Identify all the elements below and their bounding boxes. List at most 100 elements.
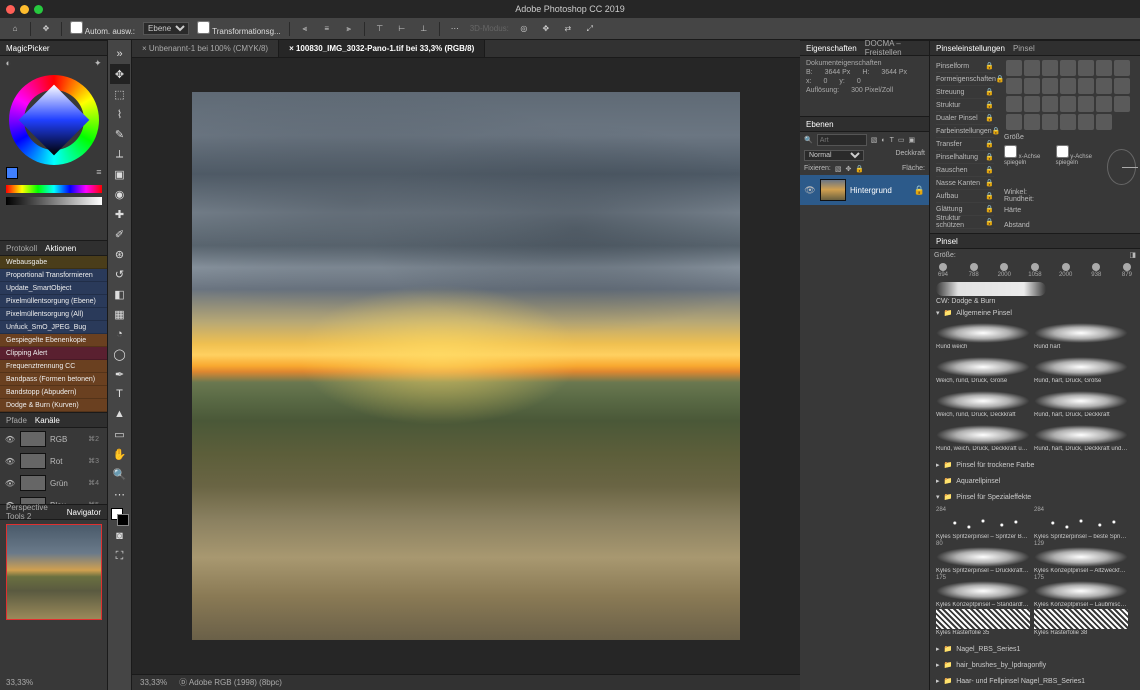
3d-orbit-icon[interactable]: ◎ bbox=[517, 22, 531, 36]
brush-setting-item[interactable]: Aufbau🔒 bbox=[936, 190, 994, 203]
align-center-v-icon[interactable]: ⊢ bbox=[395, 22, 409, 36]
dodge-tool[interactable]: ◯ bbox=[110, 344, 130, 364]
status-zoom[interactable]: 33,33% bbox=[140, 678, 167, 687]
blur-tool[interactable]: ◔ bbox=[110, 324, 130, 344]
action-item[interactable]: Bandstopp (Abpudern) bbox=[0, 386, 107, 399]
angle-widget[interactable] bbox=[1107, 149, 1136, 185]
brush-preset-item[interactable]: 175Kyles Konzeptpinsel – Standardfüllung bbox=[934, 573, 1032, 607]
picker-mode-icon[interactable]: ◐ bbox=[6, 58, 11, 69]
swap-colors-icon[interactable] bbox=[6, 167, 18, 179]
align-right-icon[interactable]: ⫸ bbox=[342, 22, 356, 36]
align-bottom-icon[interactable]: ⊥ bbox=[417, 22, 431, 36]
brush-preset-item[interactable]: 175Kyles Konzeptpinsel – Laubmischung 2 bbox=[1032, 573, 1130, 607]
brush-preset-item[interactable]: 129Kyles Konzeptpinsel – Altzweckfüllung bbox=[1032, 539, 1130, 573]
action-item[interactable]: Frequenztrennung CC bbox=[0, 360, 107, 373]
maximize-window-icon[interactable] bbox=[34, 5, 43, 14]
layer-visibility-icon[interactable]: 👁 bbox=[804, 185, 816, 196]
channel-row[interactable]: 👁Grün⌘4 bbox=[0, 472, 107, 494]
action-item[interactable]: Webausgabe bbox=[0, 256, 107, 269]
move-tool[interactable]: ✥ bbox=[110, 64, 130, 84]
navigator-thumbnail[interactable] bbox=[6, 524, 102, 620]
picker-settings-icon[interactable]: ≡ bbox=[96, 167, 101, 179]
document-tab[interactable]: × 100830_IMG_3032-Pano-1.tif bei 33,3% (… bbox=[279, 40, 485, 57]
brush-size-preset[interactable]: 2000 bbox=[995, 263, 1013, 278]
brush-setting-item[interactable]: Pinselform🔒 bbox=[936, 60, 994, 73]
action-item[interactable]: Update_SmartObject bbox=[0, 282, 107, 295]
brush-preset-item[interactable]: Rund, hart, Druck, Deckkraft und Fluss bbox=[1032, 423, 1130, 457]
lock-all-icon[interactable]: 🔒 bbox=[855, 165, 864, 173]
history-brush-tool[interactable]: ↺ bbox=[110, 264, 130, 284]
channel-visibility-icon[interactable]: 👁 bbox=[4, 457, 16, 466]
channels-tab[interactable]: Kanäle bbox=[35, 416, 60, 425]
brush-preset-item[interactable]: Rund hart bbox=[1032, 321, 1130, 355]
brush-preset-item[interactable]: Rund, weich, Druck, Deckkraft und Fluss bbox=[934, 423, 1032, 457]
brush-folder-dry[interactable]: 📁 Pinsel für trockene Farbe bbox=[930, 457, 1140, 473]
brush-size-preset[interactable]: 694 bbox=[934, 263, 952, 278]
mirror-y-checkbox[interactable]: y-Achse spiegeln bbox=[1056, 145, 1104, 189]
lock-position-icon[interactable]: ✥ bbox=[845, 165, 851, 173]
type-tool[interactable]: T bbox=[110, 384, 130, 404]
eyedropper-tool[interactable]: ◉ bbox=[110, 184, 130, 204]
brush-folder-hair2[interactable]: 📁 Haar- und Fellpinsel Nagel_RBS_Series1 bbox=[930, 673, 1140, 689]
brush-preset-item[interactable]: Rund weich bbox=[934, 321, 1032, 355]
paths-tab[interactable]: Pfade bbox=[6, 416, 27, 425]
lasso-tool[interactable]: ⌇ bbox=[110, 104, 130, 124]
hue-slider[interactable] bbox=[6, 185, 102, 193]
filter-pixel-icon[interactable]: ▧ bbox=[871, 136, 878, 144]
action-item[interactable]: Pixelmüllentsorgung (Ebene) bbox=[0, 295, 107, 308]
action-item[interactable]: Bandpass (Formen betonen) bbox=[0, 373, 107, 386]
brush-setting-item[interactable]: Rauschen🔒 bbox=[936, 164, 994, 177]
navigator-tab[interactable]: Navigator bbox=[67, 508, 101, 517]
brush-setting-item[interactable]: Farbeinstellungen🔒 bbox=[936, 125, 994, 138]
edit-toolbar-icon[interactable]: ⋯ bbox=[110, 484, 130, 504]
picker-star-icon[interactable]: ✦ bbox=[94, 58, 102, 69]
brush-setting-item[interactable]: Dualer Pinsel🔒 bbox=[936, 112, 994, 125]
action-item[interactable]: Dodge & Burn (Kurven) bbox=[0, 399, 107, 412]
brush-folder-watercolor[interactable]: 📁 Aquarellpinsel bbox=[930, 473, 1140, 489]
color-diamond[interactable] bbox=[18, 85, 89, 156]
3d-scale-icon[interactable]: ⤢ bbox=[583, 22, 597, 36]
layer-filter-input[interactable] bbox=[817, 134, 867, 146]
zoom-tool[interactable]: 🔍 bbox=[110, 464, 130, 484]
eraser-tool[interactable]: ◧ bbox=[110, 284, 130, 304]
history-tab[interactable]: Protokoll bbox=[6, 244, 37, 253]
action-item[interactable]: Unfuck_SmO_JPEG_Bug bbox=[0, 321, 107, 334]
action-item[interactable]: Pixelmüllentsorgung (All) bbox=[0, 308, 107, 321]
quick-select-tool[interactable]: ✎ bbox=[110, 124, 130, 144]
brush-setting-item[interactable]: Nasse Kanten🔒 bbox=[936, 177, 994, 190]
action-item[interactable]: Clipping Alert bbox=[0, 347, 107, 360]
layer-thumbnail[interactable] bbox=[820, 179, 846, 201]
healing-tool[interactable]: ✚ bbox=[110, 204, 130, 224]
align-center-h-icon[interactable]: ≡ bbox=[320, 22, 334, 36]
frame-tool[interactable]: ▣ bbox=[110, 164, 130, 184]
properties-tab[interactable]: Eigenschaften bbox=[806, 44, 857, 53]
channel-row[interactable]: 👁RGB⌘2 bbox=[0, 428, 107, 450]
brush-tool[interactable]: ✐ bbox=[110, 224, 130, 244]
brush-preset-item[interactable]: Weich, rund, Druck, Größe bbox=[934, 355, 1032, 389]
color-swatches[interactable] bbox=[111, 508, 129, 526]
lock-pixels-icon[interactable]: ▧ bbox=[835, 165, 842, 173]
channel-visibility-icon[interactable]: 👁 bbox=[4, 435, 16, 444]
brush-size-preset[interactable]: 879 bbox=[1118, 263, 1136, 278]
blend-mode-select[interactable]: Normal bbox=[804, 150, 864, 161]
filter-smart-icon[interactable]: ▣ bbox=[908, 136, 915, 144]
color-wheel[interactable] bbox=[9, 75, 99, 165]
auto-select-checkbox[interactable]: Autom. ausw.: bbox=[70, 21, 135, 36]
layer-row-background[interactable]: 👁 Hintergrund 🔒 bbox=[800, 175, 929, 205]
show-transform-checkbox[interactable]: Transformationsg... bbox=[197, 21, 281, 36]
brush-preset-item[interactable]: Kyles Rasterfolie 35 bbox=[934, 607, 1032, 641]
brush-preset-item[interactable]: 80Kyles Spritzerpinsel – Druckkraft 03 bbox=[934, 539, 1032, 573]
path-select-tool[interactable]: ▲ bbox=[110, 404, 130, 424]
screenmode-tool[interactable]: ⛶ bbox=[110, 546, 130, 566]
brush-tip-grid[interactable] bbox=[1004, 58, 1136, 132]
brush-size-preset[interactable]: 1058 bbox=[1026, 263, 1044, 278]
quickmask-tool[interactable]: ◙ bbox=[110, 526, 130, 546]
canvas-viewport[interactable] bbox=[132, 58, 800, 674]
brush-settings-tab[interactable]: Pinseleinstellungen bbox=[936, 44, 1005, 53]
brush-setting-item[interactable]: Formeigenschaften🔒 bbox=[936, 73, 994, 86]
brush-setting-item[interactable]: Struktur schützen🔒 bbox=[936, 216, 994, 229]
pen-tool[interactable]: ✒ bbox=[110, 364, 130, 384]
brush-preset-item[interactable]: Rund, hart, Druck, Größe bbox=[1032, 355, 1130, 389]
brush-folder-nagel[interactable]: 📁 Nagel_RBS_Series1 bbox=[930, 641, 1140, 657]
gradient-tool[interactable]: ▦ bbox=[110, 304, 130, 324]
